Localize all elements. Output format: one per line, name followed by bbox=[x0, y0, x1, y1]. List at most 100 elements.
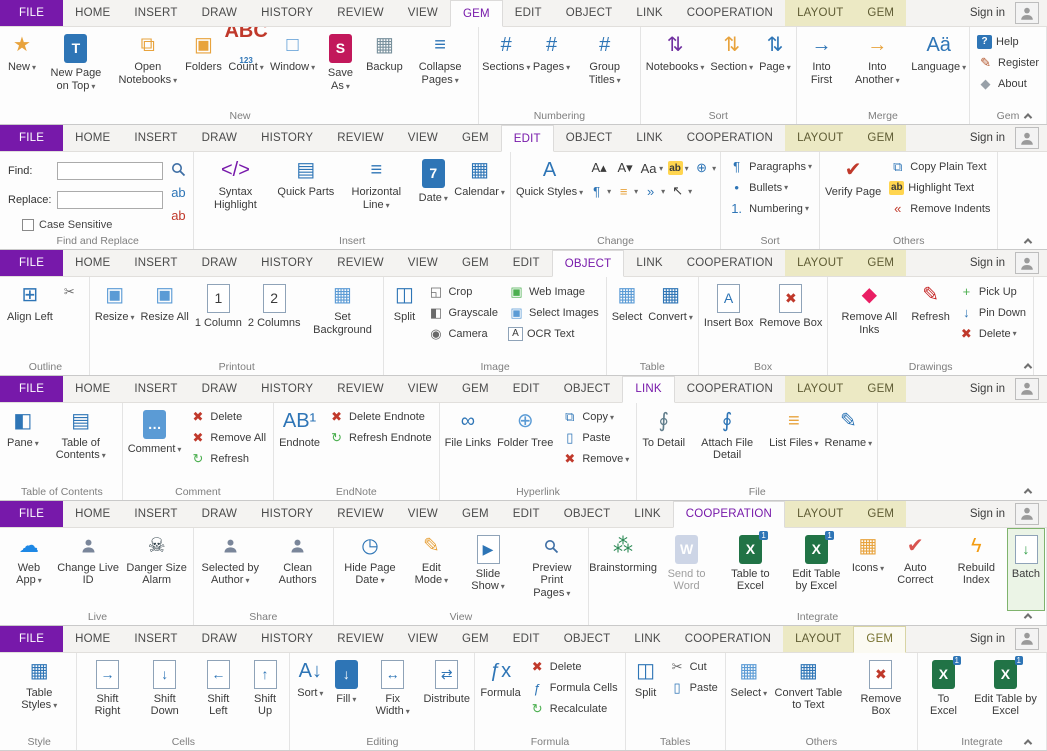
split-button[interactable]: ◫Split bbox=[628, 654, 664, 735]
indent-marks-button[interactable]: »▾ bbox=[642, 181, 665, 201]
tab-gem[interactable]: GEM bbox=[450, 0, 503, 27]
group-titles-button[interactable]: #Group Titles▾ bbox=[572, 28, 638, 109]
section-button[interactable]: ⇅Section▾ bbox=[707, 28, 756, 109]
tab-history[interactable]: HISTORY bbox=[249, 501, 325, 527]
collapse-ribbon-button[interactable] bbox=[1019, 360, 1037, 373]
avatar[interactable] bbox=[1015, 503, 1039, 525]
camera-button[interactable]: ◉Camera bbox=[422, 323, 503, 344]
tab-draw[interactable]: DRAW bbox=[190, 501, 250, 527]
calendar-button[interactable]: ▦Calendar▾ bbox=[451, 153, 508, 234]
tab-home[interactable]: HOME bbox=[63, 376, 122, 402]
tab-contextual-gem[interactable]: GEM bbox=[855, 125, 906, 151]
to-detail-button[interactable]: ∮To Detail bbox=[639, 404, 688, 485]
tab-insert[interactable]: INSERT bbox=[122, 125, 189, 151]
verify-page-button[interactable]: ✔Verify Page bbox=[822, 153, 884, 234]
delete-button[interactable]: ✖Delete bbox=[524, 657, 623, 678]
web-image-button[interactable]: ▣Web Image bbox=[503, 281, 604, 302]
pin-down-button[interactable]: ↓Pin Down bbox=[953, 302, 1031, 323]
sign-in-button[interactable]: Sign in bbox=[960, 626, 1015, 652]
new-button[interactable]: ★New▾ bbox=[4, 28, 40, 109]
tab-view[interactable]: VIEW bbox=[396, 501, 450, 527]
tab-view[interactable]: VIEW bbox=[396, 250, 450, 276]
find-input[interactable] bbox=[57, 162, 163, 180]
insert-box-button[interactable]: AInsert Box bbox=[701, 278, 757, 359]
list-files-button[interactable]: ≡List Files▾ bbox=[766, 404, 821, 485]
window-button[interactable]: □Window▾ bbox=[269, 28, 316, 109]
comment-button[interactable]: …Comment▾ bbox=[125, 404, 185, 485]
tab-view[interactable]: VIEW bbox=[396, 626, 450, 652]
avatar[interactable] bbox=[1015, 628, 1039, 650]
tab-file[interactable]: FILE bbox=[0, 0, 63, 26]
hide-page-date-button[interactable]: ◷Hide Page Date▾ bbox=[336, 529, 405, 610]
tab-cooperation[interactable]: COOPERATION bbox=[673, 626, 783, 652]
select-objects-button[interactable]: ↖▾ bbox=[669, 181, 692, 201]
notebooks-button[interactable]: ⇅Notebooks▾ bbox=[643, 28, 708, 109]
tab-home[interactable]: HOME bbox=[63, 125, 122, 151]
shift-down-button[interactable]: ↓Shift Down bbox=[135, 654, 193, 735]
tab-object[interactable]: OBJECT bbox=[554, 0, 625, 26]
clean-authors-button[interactable]: Clean Authors bbox=[265, 529, 331, 610]
tab-draw[interactable]: DRAW bbox=[190, 125, 250, 151]
sign-in-button[interactable]: Sign in bbox=[960, 250, 1015, 276]
tab-cooperation[interactable]: COOPERATION bbox=[675, 250, 785, 276]
select-images-button[interactable]: ▣Select Images bbox=[503, 302, 604, 323]
tab-home[interactable]: HOME bbox=[63, 626, 122, 652]
highlight-button[interactable]: ab▾ bbox=[667, 158, 689, 178]
tab-contextual-layout[interactable]: LAYOUT bbox=[783, 626, 853, 652]
sign-in-button[interactable]: Sign in bbox=[960, 501, 1015, 527]
backup-button[interactable]: ▦Backup bbox=[365, 28, 405, 109]
language-button[interactable]: AäLanguage▾ bbox=[910, 28, 967, 109]
tab-contextual-gem[interactable]: GEM bbox=[855, 501, 906, 527]
tab-insert[interactable]: INSERT bbox=[122, 501, 189, 527]
remove-all-button[interactable]: ✖Remove All bbox=[184, 428, 271, 449]
preview-print-pages-button[interactable]: Preview Print Pages▾ bbox=[518, 529, 587, 610]
tab-review[interactable]: REVIEW bbox=[325, 626, 396, 652]
collapse-ribbon-button[interactable] bbox=[1019, 610, 1037, 623]
tab-history[interactable]: HISTORY bbox=[249, 250, 325, 276]
tab-file[interactable]: FILE bbox=[0, 626, 63, 652]
tab-gem[interactable]: GEM bbox=[450, 626, 501, 652]
tab-object[interactable]: OBJECT bbox=[552, 626, 623, 652]
edit-table-by-excel-button[interactable]: X1Edit Table by Excel bbox=[783, 529, 850, 610]
collapse-ribbon-button[interactable] bbox=[1019, 234, 1037, 247]
into-another-button[interactable]: →Into Another▾ bbox=[844, 28, 910, 109]
remove-box-button[interactable]: ✖Remove Box bbox=[756, 278, 825, 359]
tab-cooperation[interactable]: COOPERATION bbox=[675, 376, 785, 402]
shrink-font-button[interactable]: A▾ bbox=[614, 158, 636, 178]
table-to-excel-button[interactable]: X1Table to Excel bbox=[718, 529, 782, 610]
paragraphs-button[interactable]: ¶Paragraphs▾ bbox=[723, 156, 817, 177]
tab-contextual-layout[interactable]: LAYOUT bbox=[785, 250, 855, 276]
refresh-button[interactable]: ✎Refresh bbox=[908, 278, 953, 359]
avatar[interactable] bbox=[1015, 127, 1039, 149]
syntax-highlight-button[interactable]: </>Syntax Highlight bbox=[196, 153, 274, 234]
tab-gem[interactable]: GEM bbox=[450, 125, 501, 151]
tab-gem[interactable]: GEM bbox=[450, 250, 501, 276]
quick-styles-button[interactable]: AQuick Styles▾ bbox=[513, 153, 586, 234]
convert-table-to-text-button[interactable]: ▦Convert Table to Text bbox=[770, 654, 847, 735]
count-button[interactable]: ABC123Count▾ bbox=[223, 28, 269, 109]
date-button[interactable]: 7Date▾ bbox=[415, 153, 451, 234]
folders-button[interactable]: ▣Folders bbox=[184, 28, 224, 109]
into-first-button[interactable]: →Into First bbox=[799, 28, 844, 109]
tab-edit[interactable]: EDIT bbox=[503, 0, 554, 26]
tab-insert[interactable]: INSERT bbox=[122, 376, 189, 402]
tab-object[interactable]: OBJECT bbox=[552, 250, 625, 277]
resize-all-button[interactable]: ▣Resize All bbox=[138, 278, 192, 359]
folder-tree-button[interactable]: ⊕Folder Tree bbox=[494, 404, 556, 485]
sign-in-button[interactable]: Sign in bbox=[960, 376, 1015, 402]
align-left-button[interactable]: ⊞Align Left bbox=[4, 278, 56, 359]
tab-file[interactable]: FILE bbox=[0, 376, 63, 402]
file-links-button[interactable]: ∞File Links bbox=[442, 404, 494, 485]
replace-all-button[interactable]: ab bbox=[167, 205, 189, 225]
replace-one-button[interactable]: ab bbox=[167, 182, 189, 202]
tab-insert[interactable]: INSERT bbox=[122, 0, 189, 26]
formula-button[interactable]: ƒxFormula bbox=[477, 654, 523, 735]
select-button[interactable]: ▦Select▾ bbox=[728, 654, 770, 735]
tab-history[interactable]: HISTORY bbox=[249, 626, 325, 652]
tab-history[interactable]: HISTORY bbox=[249, 125, 325, 151]
paste-button[interactable]: ▯Paste bbox=[556, 428, 634, 449]
remove-indents-button[interactable]: «Remove Indents bbox=[884, 198, 995, 219]
grow-font-button[interactable]: A▴ bbox=[588, 158, 610, 178]
register-button[interactable]: ✎Register bbox=[972, 52, 1044, 73]
save-as-button[interactable]: SSave As▾ bbox=[316, 28, 364, 109]
